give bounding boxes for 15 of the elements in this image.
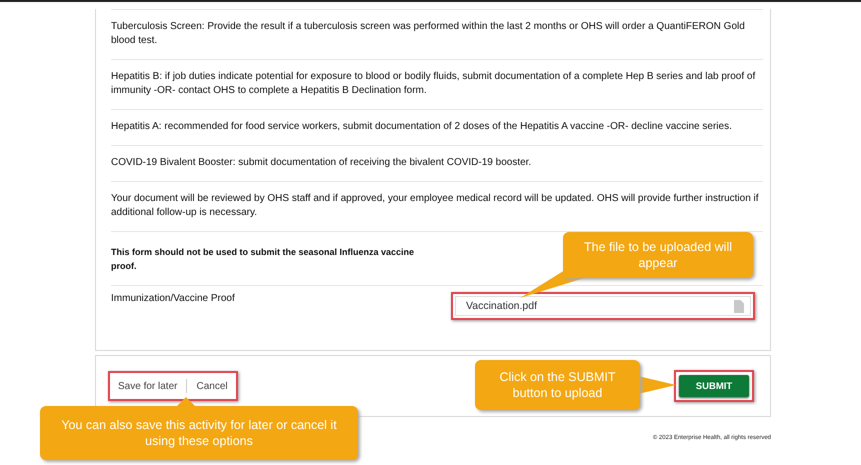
file-field[interactable]: Vaccination.pdf: [455, 296, 751, 316]
callout: Click on the SUBMIT button to upload: [475, 360, 640, 410]
document-icon: [734, 300, 744, 312]
callout-pointer: [638, 376, 676, 394]
submit-button[interactable]: SUBMIT: [679, 375, 749, 397]
footer-link[interactable]: Save for later: [118, 380, 178, 392]
instruction-text: Hepatitis A: recommended for food service workers, submit documentation of 2 doses of the Hepatitis A vaccine -OR- decline vaccine series.: [111, 120, 733, 134]
callout: You can also save this activity for later or cancel it using these options: [40, 406, 358, 460]
instruction-text: Hepatitis B: if job duties indicate potential for exposure to blood or bodily fluids, submit documentation of a complete Hep B series and lab proof of immunity -OR- contact OHS to complete a Hepatitis B Declination form.: [111, 70, 756, 98]
field-label: Immunization/Vaccine Proof: [111, 293, 236, 304]
instruction-text: Your document will be reviewed by OHS staff and if approved, your employee medical record will be updated. OHS will provide further instruction if additional follow-up is necessary.: [111, 192, 760, 220]
instruction-text: COVID-19 Bivalent Booster: submit documentation of receiving the bivalent COVID-19 booster.: [111, 156, 532, 170]
footer-link[interactable]: Cancel: [196, 380, 228, 392]
notice-text: This form should not be used to submit the seasonal Influenza vaccine proof.: [111, 246, 416, 273]
instruction-text: Tuberculosis Screen: Provide the result if a tuberculosis screen was performed within the last 2 months or OHS will order a QuantiFERON Gold blood test.: [111, 20, 746, 48]
